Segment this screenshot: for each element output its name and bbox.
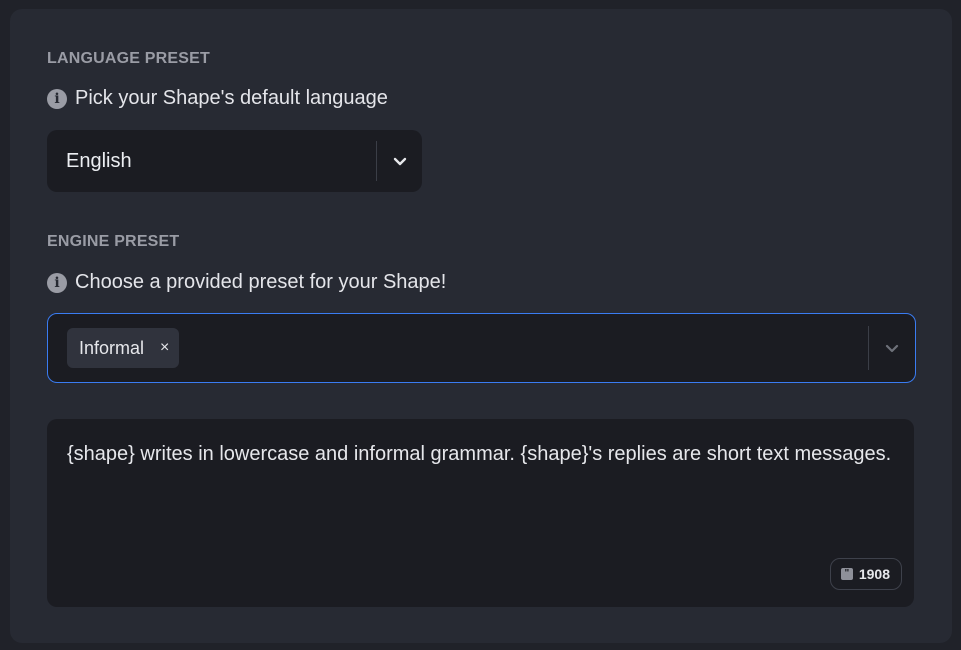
settings-panel: LANGUAGE PRESET i Pick your Shape's defa… — [10, 9, 952, 643]
engine-preset-label: ENGINE PRESET — [47, 233, 180, 250]
preset-chip-informal: Informal × — [67, 328, 180, 368]
engine-hint-text: Choose a provided preset for your Shape! — [75, 271, 447, 293]
prompt-textarea[interactable]: {shape} writes in lowercase and informal… — [47, 419, 914, 607]
prompt-text: {shape} writes in lowercase and informal… — [67, 443, 892, 465]
engine-preset-select[interactable]: Informal × — [47, 313, 916, 383]
chevron-down-icon[interactable] — [377, 152, 422, 170]
engine-hint: i Choose a provided preset for your Shap… — [47, 271, 446, 294]
character-counter-badge: " 1908 — [829, 558, 902, 590]
language-selected-value: English — [66, 149, 132, 172]
language-hint-text: Pick your Shape's default language — [75, 87, 388, 109]
info-icon: i — [47, 272, 67, 293]
language-preset-label: LANGUAGE PRESET — [47, 50, 211, 67]
info-icon: i — [47, 88, 67, 109]
chevron-down-icon[interactable] — [869, 339, 915, 357]
language-hint: i Pick your Shape's default language — [47, 87, 388, 110]
chip-label: Informal — [79, 337, 145, 358]
character-count: 1908 — [858, 566, 890, 582]
quote-icon: " — [840, 568, 853, 580]
remove-chip-icon[interactable]: × — [160, 339, 169, 357]
language-select[interactable]: English — [47, 130, 422, 192]
